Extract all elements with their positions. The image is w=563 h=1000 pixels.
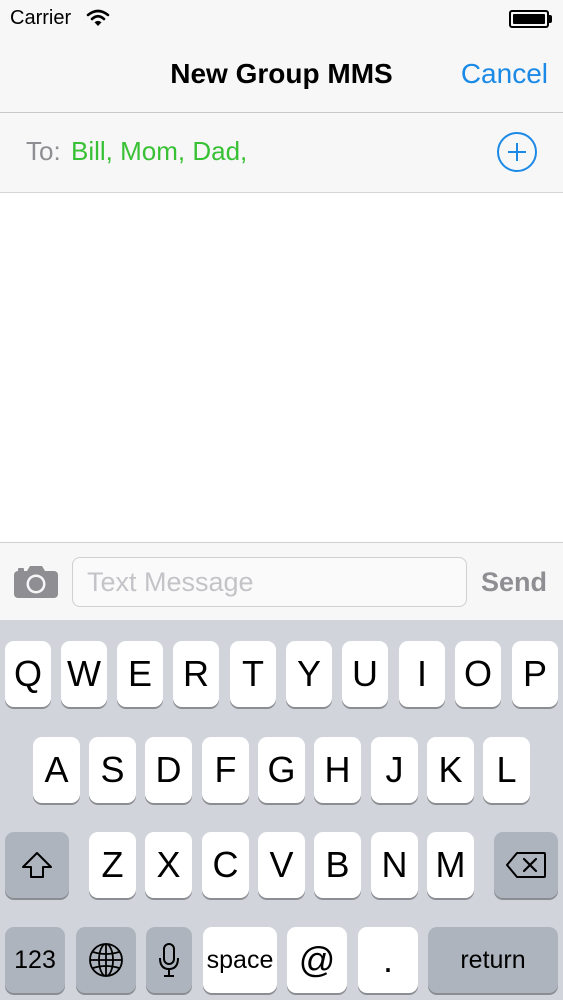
send-button[interactable]: Send: [481, 567, 547, 598]
cancel-button[interactable]: Cancel: [461, 58, 548, 90]
key-q[interactable]: Q: [5, 641, 51, 707]
at-key[interactable]: @: [287, 927, 347, 993]
key-u[interactable]: U: [342, 641, 388, 707]
shift-icon: [22, 852, 52, 878]
conversation-area: [0, 194, 563, 542]
key-h[interactable]: H: [314, 737, 361, 803]
compose-bar: Send: [0, 542, 563, 620]
camera-icon[interactable]: [13, 565, 59, 599]
delete-key[interactable]: [494, 832, 558, 898]
globe-icon: [89, 943, 123, 977]
key-o[interactable]: O: [455, 641, 501, 707]
key-p[interactable]: P: [512, 641, 558, 707]
key-x[interactable]: X: [145, 832, 192, 898]
key-d[interactable]: D: [145, 737, 192, 803]
key-v[interactable]: V: [258, 832, 305, 898]
key-c[interactable]: C: [202, 832, 249, 898]
key-g[interactable]: G: [258, 737, 305, 803]
shift-key[interactable]: [5, 832, 69, 898]
return-key[interactable]: return: [428, 927, 558, 993]
numbers-key[interactable]: 123: [5, 927, 65, 993]
to-field[interactable]: To: Bill, Mom, Dad,: [0, 113, 563, 193]
key-m[interactable]: M: [427, 832, 474, 898]
status-bar: Carrier: [0, 0, 563, 38]
key-a[interactable]: A: [33, 737, 80, 803]
key-f[interactable]: F: [202, 737, 249, 803]
key-e[interactable]: E: [117, 641, 163, 707]
key-s[interactable]: S: [89, 737, 136, 803]
space-key[interactable]: space: [203, 927, 277, 993]
message-input[interactable]: [72, 557, 467, 607]
navigation-bar: New Group MMS Cancel: [0, 38, 563, 113]
dictation-key[interactable]: [146, 927, 192, 993]
key-r[interactable]: R: [173, 641, 219, 707]
key-z[interactable]: Z: [89, 832, 136, 898]
globe-key[interactable]: [76, 927, 136, 993]
key-w[interactable]: W: [61, 641, 107, 707]
key-t[interactable]: T: [230, 641, 276, 707]
key-n[interactable]: N: [371, 832, 418, 898]
key-b[interactable]: B: [314, 832, 361, 898]
wifi-icon: [86, 9, 110, 26]
battery-full-icon: [509, 10, 553, 28]
plus-circle-icon[interactable]: [497, 132, 537, 172]
key-i[interactable]: I: [399, 641, 445, 707]
delete-backward-icon: [506, 852, 546, 878]
recipients-list[interactable]: Bill, Mom, Dad,: [71, 136, 247, 167]
carrier-name: Carrier: [10, 7, 72, 29]
to-label: To:: [26, 136, 61, 166]
key-y[interactable]: Y: [286, 641, 332, 707]
period-key[interactable]: .: [358, 927, 418, 993]
key-k[interactable]: K: [427, 737, 474, 803]
key-j[interactable]: J: [371, 737, 418, 803]
microphone-icon: [159, 943, 179, 977]
keyboard: Q W E R T Y U I O P A S D F G H J K L Z …: [0, 620, 563, 1000]
key-l[interactable]: L: [483, 737, 530, 803]
